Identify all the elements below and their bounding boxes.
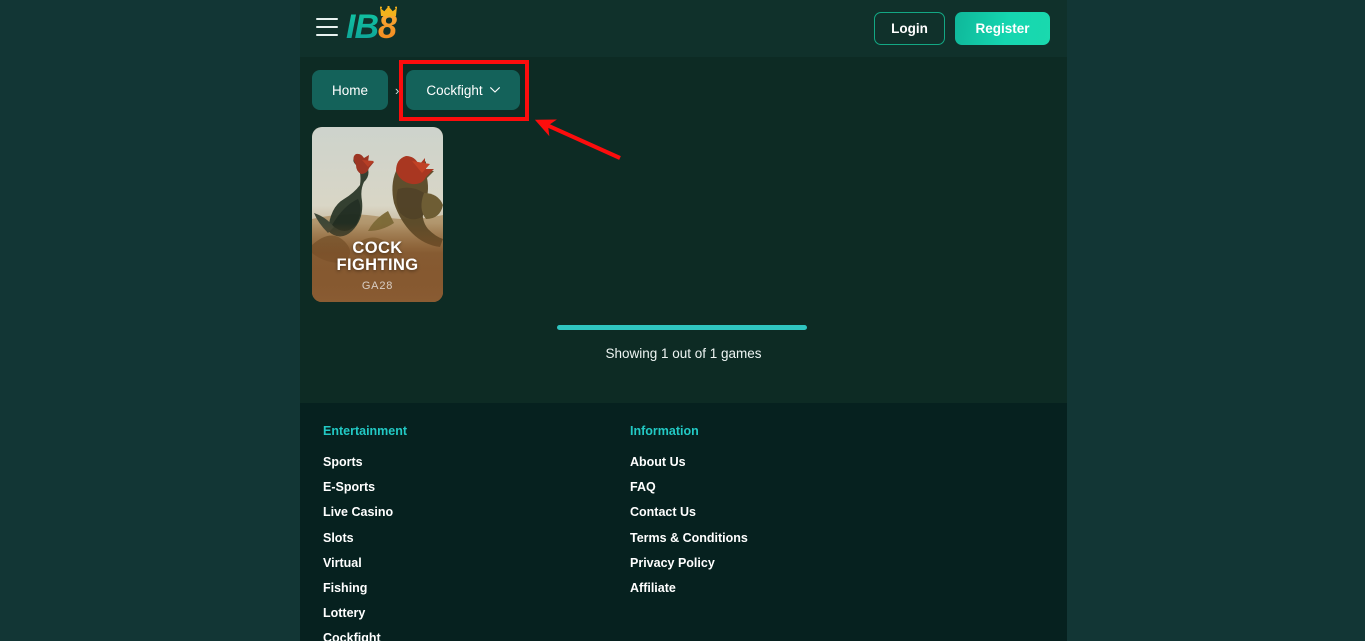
results-progress-bar [557, 325, 807, 330]
footer-link-about-us[interactable]: About Us [630, 455, 748, 469]
logo-eight-wrap: 8 [378, 6, 397, 47]
footer-heading-entertainment: Entertainment [323, 424, 408, 438]
footer-heading-information: Information [630, 424, 699, 438]
crown-icon [380, 6, 397, 17]
site-header: IB 8 Login Register [300, 0, 1067, 57]
footer-link-privacy-policy[interactable]: Privacy Policy [630, 556, 748, 570]
browser-viewport: IB 8 Login Register Home › Cockfight COC… [0, 0, 1365, 641]
footer-link-fishing[interactable]: Fishing [323, 581, 407, 595]
hamburger-bar-3 [316, 34, 338, 36]
game-card-cockfighting[interactable]: COCK FIGHTING GA28 [312, 127, 443, 302]
footer-link-live-casino[interactable]: Live Casino [323, 505, 407, 519]
footer-link-lottery[interactable]: Lottery [323, 606, 407, 620]
footer-column-entertainment: Entertainment Sports E-Sports Live Casin… [323, 424, 407, 641]
footer-link-e-sports[interactable]: E-Sports [323, 480, 407, 494]
results-count-label: Showing 1 out of 1 games [605, 346, 762, 361]
footer-link-sports[interactable]: Sports [323, 455, 407, 469]
game-card-provider: GA28 [361, 280, 394, 292]
breadcrumb-item-home-label: Home [332, 82, 369, 98]
login-button[interactable]: Login [874, 12, 945, 45]
footer-column-information: Information About Us FAQ Contact Us Term… [630, 424, 748, 606]
footer-link-virtual[interactable]: Virtual [323, 556, 407, 570]
site-footer: Entertainment Sports E-Sports Live Casin… [300, 403, 1067, 641]
game-grid: COCK FIGHTING GA28 [312, 127, 443, 302]
breadcrumb-item-cockfight[interactable]: Cockfight [406, 70, 520, 110]
site-content-column: IB 8 Login Register Home › Cockfight COC… [300, 0, 1067, 641]
breadcrumb-item-home[interactable]: Home [312, 70, 389, 110]
breadcrumb-item-cockfight-label: Cockfight [426, 82, 483, 98]
hamburger-menu-icon[interactable] [316, 18, 338, 36]
hamburger-bar-1 [316, 18, 338, 20]
breadcrumb-separator: › [395, 82, 400, 98]
footer-link-faq[interactable]: FAQ [630, 480, 748, 494]
register-button[interactable]: Register [955, 12, 1050, 45]
brand-logo[interactable]: IB 8 [346, 6, 397, 47]
breadcrumb: Home › Cockfight [312, 70, 520, 110]
chevron-down-icon [489, 87, 500, 93]
footer-link-slots[interactable]: Slots [323, 531, 407, 545]
footer-link-cockfight[interactable]: Cockfight [323, 631, 407, 641]
game-card-title-line1: COCK [352, 239, 403, 257]
footer-link-contact-us[interactable]: Contact Us [630, 505, 748, 519]
game-card-caption: COCK FIGHTING GA28 [312, 239, 443, 293]
header-actions: Login Register [874, 12, 1050, 45]
hamburger-bar-2 [316, 26, 338, 28]
game-card-title-line2: FIGHTING [336, 256, 419, 274]
footer-link-terms-conditions[interactable]: Terms & Conditions [630, 531, 748, 545]
footer-link-affiliate[interactable]: Affiliate [630, 581, 748, 595]
logo-text-ib: IB [346, 8, 379, 46]
